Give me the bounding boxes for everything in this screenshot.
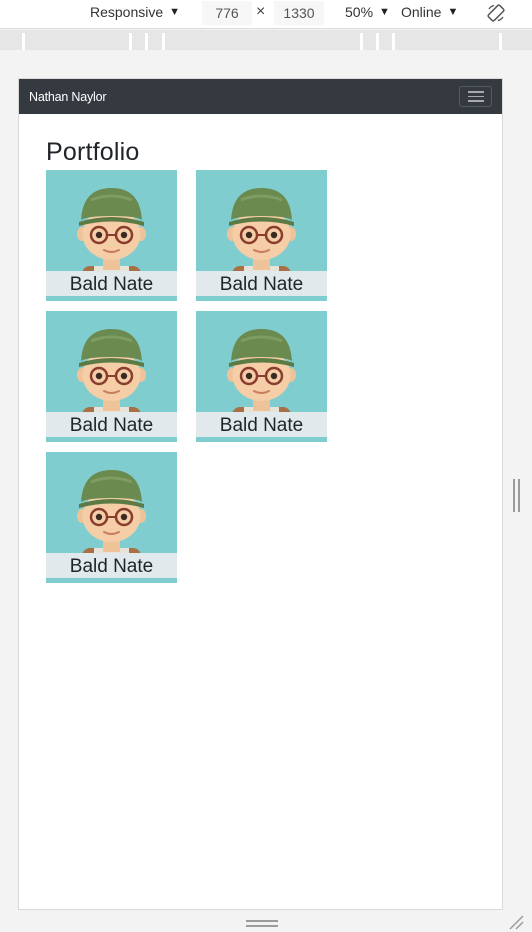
rotate-device-icon[interactable]	[486, 3, 506, 23]
card-bottom-strip	[46, 578, 177, 583]
portfolio-card[interactable]: Bald Nate	[196, 311, 327, 442]
viewport-width-input[interactable]: 776	[202, 1, 252, 25]
main-content: Portfolio Bald Nate Bald Nate Bald Nate …	[19, 114, 502, 583]
device-toolbar: Responsive ▼ 776 × 1330 50% ▼ Online ▼	[0, 0, 532, 29]
card-bottom-strip	[196, 437, 327, 442]
portfolio-grid: Bald Nate Bald Nate Bald Nate Bald Nate	[46, 170, 502, 583]
device-viewport: Nathan Naylor Portfolio Bald Nate Bald N…	[18, 78, 503, 910]
portfolio-card[interactable]: Bald Nate	[46, 452, 177, 583]
navbar-brand[interactable]: Nathan Naylor	[29, 90, 107, 104]
card-bottom-strip	[196, 296, 327, 301]
card-caption: Bald Nate	[46, 271, 177, 296]
navbar: Nathan Naylor	[19, 79, 502, 114]
ruler-tick	[162, 33, 165, 50]
ruler-tick	[376, 33, 379, 50]
ruler-tick	[145, 33, 148, 50]
ruler-tick	[22, 33, 25, 50]
resize-handle-right[interactable]	[513, 479, 521, 512]
hamburger-menu-icon[interactable]	[459, 86, 492, 107]
resize-corner-icon[interactable]	[508, 914, 524, 930]
device-select[interactable]: Responsive ▼	[90, 4, 180, 20]
device-select-label: Responsive	[90, 4, 164, 20]
zoom-select[interactable]: 50% ▼	[345, 4, 390, 20]
portfolio-card[interactable]: Bald Nate	[196, 170, 327, 301]
card-caption: Bald Nate	[196, 271, 327, 296]
throttle-select[interactable]: Online ▼	[401, 4, 458, 20]
ruler-tick	[499, 33, 502, 50]
media-query-ruler[interactable]	[0, 30, 532, 50]
card-bottom-strip	[46, 296, 177, 301]
card-caption: Bald Nate	[196, 412, 327, 437]
page-title: Portfolio	[46, 138, 140, 166]
caret-down-icon: ▼	[379, 6, 390, 18]
portfolio-card[interactable]: Bald Nate	[46, 170, 177, 301]
card-bottom-strip	[46, 437, 177, 442]
viewport-height-input[interactable]: 1330	[274, 1, 324, 25]
ruler-tick	[129, 33, 132, 50]
portfolio-card[interactable]: Bald Nate	[46, 311, 177, 442]
resize-handle-bottom[interactable]	[246, 920, 278, 928]
ruler-tick	[360, 33, 363, 50]
card-caption: Bald Nate	[46, 412, 177, 437]
throttle-select-label: Online	[401, 4, 442, 20]
ruler-tick	[392, 33, 395, 50]
caret-down-icon: ▼	[447, 6, 459, 18]
caret-down-icon: ▼	[169, 6, 181, 18]
card-caption: Bald Nate	[46, 553, 177, 578]
dimension-separator: ×	[256, 3, 266, 20]
zoom-select-label: 50%	[345, 4, 374, 20]
